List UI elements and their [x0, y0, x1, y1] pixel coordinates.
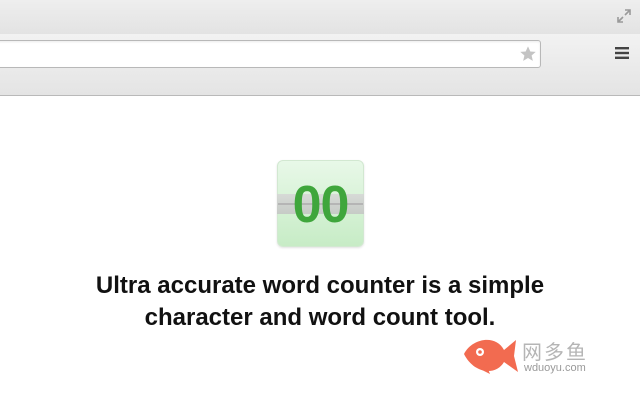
hamburger-menu-icon[interactable]: [615, 47, 629, 59]
promo-headline: Ultra accurate word counter is a simple …: [40, 270, 600, 334]
watermark: 网多鱼 wduoyu.com: [460, 330, 640, 380]
browser-toolbar: [0, 34, 640, 96]
word-counter-app-icon: 00: [277, 160, 364, 247]
headline-line-1: Ultra accurate word counter is a simple: [95, 272, 545, 299]
address-input[interactable]: [3, 41, 507, 69]
headline-line-2: character and word count tool.: [144, 304, 496, 331]
watermark-domain: wduoyu.com: [524, 362, 586, 374]
fish-logo-icon: [464, 339, 518, 374]
browser-titlebar: [0, 0, 640, 34]
counter-digits: 00: [292, 176, 350, 234]
watermark-name: 网多鱼: [522, 342, 588, 364]
address-bar[interactable]: [0, 40, 541, 69]
star-icon[interactable]: [519, 45, 537, 63]
fullscreen-icon[interactable]: [616, 8, 632, 24]
